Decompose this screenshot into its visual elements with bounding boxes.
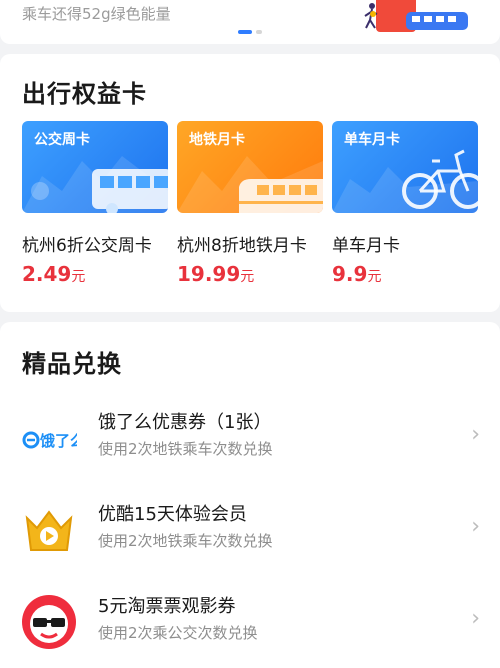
pass-card-metro-monthly[interactable]: 地铁月卡 杭州8折地铁月卡 19.99元 [177, 121, 323, 286]
pass-cover: 单车月卡 [332, 121, 478, 213]
pass-price-unit: 元 [240, 269, 255, 285]
pass-tag: 地铁月卡 [189, 132, 245, 148]
redeem-item-desc: 使用2次乘公交次数兑换 [98, 624, 258, 642]
redeem-item-title: 饿了么优惠券（1张） [98, 412, 272, 433]
redeem-item-youku[interactable]: 优酷15天体验会员 使用2次地铁乘车次数兑换 › [0, 492, 500, 572]
pass-price: 2.49元 [22, 262, 168, 286]
banner-page-indicator [238, 30, 262, 34]
pass-tag: 公交周卡 [34, 132, 90, 148]
redeem-item-title: 5元淘票票观影券 [98, 596, 236, 617]
pass-card-bus-weekly[interactable]: 公交周卡 杭州6折公交周卡 2.49元 [22, 121, 168, 286]
pass-price-value: 9.9 [332, 262, 368, 286]
pass-price-value: 19.99 [177, 262, 241, 286]
youku-crown-logo-icon [21, 502, 77, 558]
passes-section: 出行权益卡 公交周卡 杭州6折公交周卡 2.49元 地铁月卡 杭州8折地铁月卡 … [0, 54, 500, 312]
pass-name: 杭州6折公交周卡 [22, 236, 152, 256]
redeem-item-desc: 使用2次地铁乘车次数兑换 [98, 532, 273, 550]
eleme-logo-text: 饿了么 [39, 432, 77, 450]
banner-subtitle: 乘车还得52g绿色能量 [22, 5, 171, 23]
pass-card-bike-monthly[interactable]: 单车月卡 单车月卡 9.9元 [332, 121, 478, 286]
chevron-right-icon: › [471, 422, 480, 447]
pass-price-unit: 元 [367, 269, 382, 285]
banner-illustration-icon [364, 0, 468, 32]
taopiaopiao-logo-icon [21, 594, 77, 650]
redeem-item-title: 优酷15天体验会员 [98, 504, 247, 525]
indicator-dot-active [238, 30, 252, 34]
passes-section-title: 出行权益卡 [22, 80, 147, 108]
redeem-item-taopiaopiao[interactable]: 5元淘票票观影券 使用2次乘公交次数兑换 › [0, 584, 500, 664]
pass-cover: 公交周卡 [22, 121, 168, 213]
chevron-right-icon: › [471, 606, 480, 631]
top-banner[interactable]: 乘车还得52g绿色能量 [0, 0, 500, 44]
pass-price-unit: 元 [71, 269, 86, 285]
pass-name: 单车月卡 [332, 236, 400, 256]
pass-price: 19.99元 [177, 262, 323, 286]
pass-price-value: 2.49 [22, 262, 72, 286]
redeem-item-eleme[interactable]: 饿了么 饿了么优惠券（1张） 使用2次地铁乘车次数兑换 › [0, 400, 500, 480]
pass-cover: 地铁月卡 [177, 121, 323, 213]
eleme-logo-icon: 饿了么 [21, 410, 85, 466]
chevron-right-icon: › [471, 514, 480, 539]
pass-name: 杭州8折地铁月卡 [177, 236, 307, 256]
pass-price: 9.9元 [332, 262, 478, 286]
redeem-item-desc: 使用2次地铁乘车次数兑换 [98, 440, 273, 458]
redeem-section: 精品兑换 饿了么 饿了么优惠券（1张） 使用2次地铁乘车次数兑换 › 优酷15天… [0, 322, 500, 668]
pass-tag: 单车月卡 [344, 132, 400, 148]
redeem-section-title: 精品兑换 [22, 350, 122, 378]
indicator-dot [256, 30, 262, 34]
